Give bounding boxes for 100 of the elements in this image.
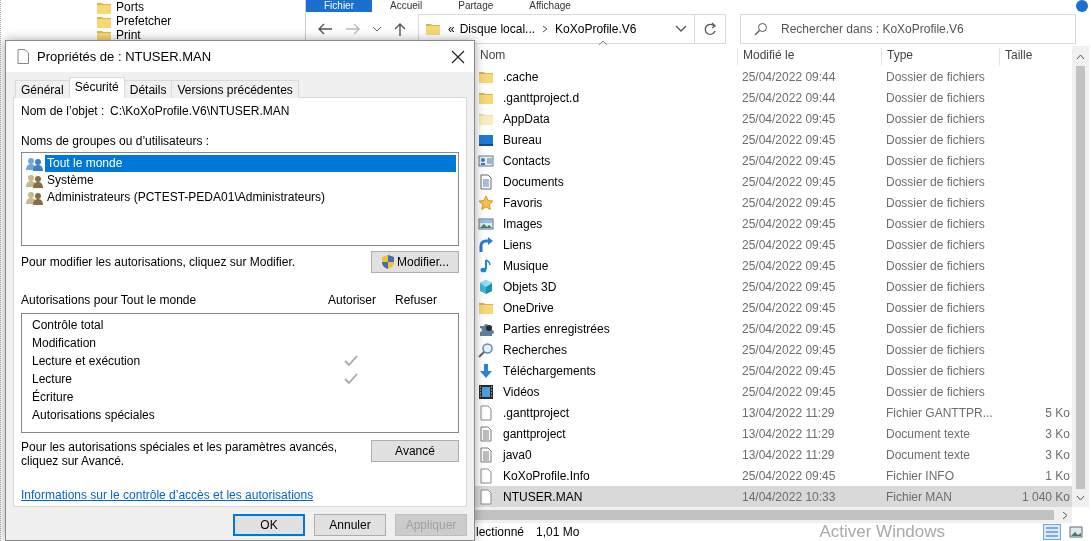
- file-row[interactable]: .ganttproject 13/04/2022 11:29 Fichier GANTTPR... 5 Ko: [475, 402, 1072, 423]
- tree-item[interactable]: Print: [116, 28, 141, 42]
- curved-arrow-icon: [478, 236, 494, 253]
- file-row[interactable]: Images 25/04/2022 09:45 Dossier de fichiers: [475, 213, 1072, 234]
- ribbon-tab[interactable]: Fichier: [306, 0, 372, 12]
- file-row[interactable]: KoXoProfile.Info 25/04/2022 09:45 Fichier INFO 1 Ko: [475, 465, 1072, 486]
- modified-date: 25/04/2022 09:45: [742, 258, 836, 273]
- permission-name: Écriture: [32, 390, 75, 404]
- overflow-chevron[interactable]: «: [448, 22, 455, 36]
- file-row[interactable]: Vidéos 25/04/2022 09:45 Dossier de fichiers: [475, 381, 1072, 402]
- column-header[interactable]: Modifié le: [738, 48, 882, 66]
- file-row[interactable]: AppData 25/04/2022 09:45 Dossier de fichiers: [475, 108, 1072, 129]
- tab[interactable]: Sécurité: [68, 77, 125, 98]
- file-name: Vidéos: [503, 384, 540, 399]
- file-type: Fichier GANTTPR...: [886, 405, 993, 420]
- modified-date: 25/04/2022 09:45: [742, 342, 836, 357]
- file-row[interactable]: Recherches 25/04/2022 09:45 Dossier de fichiers: [475, 339, 1072, 360]
- magnifier-icon: [478, 341, 494, 358]
- file-row[interactable]: OneDrive 25/04/2022 09:45 Dossier de fichiers: [475, 297, 1072, 318]
- scroll-right-icon: [1062, 510, 1068, 520]
- file-size: 3 Ko: [1045, 426, 1070, 441]
- scroll-up-icon: [1076, 54, 1085, 60]
- column-header[interactable]: Taille: [1000, 48, 1072, 66]
- file-row[interactable]: Contacts 25/04/2022 09:45 Dossier de fichiers: [475, 150, 1072, 171]
- file-name: Objets 3D: [503, 279, 557, 294]
- dialog-button[interactable]: OK: [233, 514, 305, 536]
- ribbon-tab[interactable]: Accueil: [372, 0, 441, 12]
- modify-hint: Pour modifier les autorisations, cliquez sur Modifier.: [21, 255, 296, 269]
- search-field[interactable]: Rechercher dans : KoXoProfile.V6: [740, 14, 1076, 44]
- ribbon-tab[interactable]: Affichage: [511, 0, 589, 12]
- file-type: Dossier de fichiers: [886, 237, 985, 252]
- advanced-button[interactable]: Avancé: [371, 440, 459, 462]
- modified-date: 25/04/2022 09:44: [742, 90, 836, 105]
- modified-date: 25/04/2022 09:45: [742, 195, 836, 210]
- file-type: Dossier de fichiers: [886, 384, 985, 399]
- help-icon[interactable]: [1076, 0, 1088, 12]
- file-row[interactable]: Parties enregistrées 25/04/2022 09:45 Dossier de fichiers: [475, 318, 1072, 339]
- refresh-icon[interactable]: [703, 22, 717, 36]
- file-row[interactable]: Objets 3D 25/04/2022 09:45 Dossier de fichiers: [475, 276, 1072, 297]
- modified-date: 25/04/2022 09:45: [742, 111, 836, 126]
- tab[interactable]: Général: [15, 80, 70, 98]
- file-row[interactable]: Musique 25/04/2022 09:45 Dossier de fichiers: [475, 255, 1072, 276]
- file-row[interactable]: NTUSER.MAN 14/04/2022 10:33 Fichier MAN 1 040 Ko: [475, 486, 1072, 507]
- users-list[interactable]: Tout le monde Système Administrateurs (PCTEST-PEDA01\Administrateurs): [21, 152, 459, 246]
- file-row[interactable]: java0 13/04/2022 11:29 Document texte 3 Ko: [475, 444, 1072, 465]
- modified-date: 25/04/2022 09:45: [742, 279, 836, 294]
- breadcrumb[interactable]: KoXoProfile.V6: [555, 22, 637, 36]
- users-icon: [26, 190, 44, 205]
- scrollbar-thumb[interactable]: [1076, 66, 1085, 489]
- file-name: OneDrive: [503, 300, 554, 315]
- file-row[interactable]: Liens 25/04/2022 09:45 Dossier de fichiers: [475, 234, 1072, 255]
- ribbon-tab[interactable]: Partage: [440, 0, 512, 12]
- scroll-down-icon: [1076, 495, 1085, 501]
- breadcrumb[interactable]: Disque local...: [459, 22, 536, 36]
- vertical-scrollbar[interactable]: [1072, 46, 1089, 507]
- file-type: Dossier de fichiers: [886, 321, 985, 336]
- horizontal-scrollbar[interactable]: [475, 507, 1072, 523]
- file-row[interactable]: Favoris 25/04/2022 09:45 Dossier de fichiers: [475, 192, 1072, 213]
- file-name: .ganttproject: [503, 405, 570, 420]
- scrollbar-thumb[interactable]: [475, 510, 1054, 520]
- file-icon: [17, 49, 29, 64]
- tree-item[interactable]: Prefetcher: [116, 14, 172, 28]
- file-name: Recherches: [503, 342, 568, 357]
- chevron-down-icon[interactable]: [372, 25, 382, 33]
- file-name: java0: [503, 447, 532, 462]
- file-row[interactable]: .cache 25/04/2022 09:44 Dossier de fichiers: [475, 66, 1072, 87]
- user-group-item[interactable]: Administrateurs (PCTEST-PEDA01\Administrateurs): [45, 189, 456, 206]
- user-group-item[interactable]: Tout le monde: [45, 155, 456, 172]
- back-arrow-icon[interactable]: [316, 21, 334, 37]
- close-icon[interactable]: [451, 49, 465, 64]
- user-group-item[interactable]: Système: [45, 172, 456, 189]
- down-arrow-icon: [478, 362, 494, 379]
- tab[interactable]: Détails: [123, 80, 173, 98]
- thumbnail-view-button[interactable]: [1067, 524, 1085, 540]
- file-name: Liens: [503, 237, 532, 252]
- tab[interactable]: Versions précédentes: [171, 80, 299, 98]
- file-name: Parties enregistrées: [503, 321, 610, 336]
- file-type: Dossier de fichiers: [886, 279, 985, 294]
- help-link[interactable]: Informations sur le contrôle d’accès et les autorisations: [21, 488, 314, 502]
- picture-icon: [1069, 526, 1083, 538]
- file-row[interactable]: Bureau 25/04/2022 09:45 Dossier de fichiers: [475, 129, 1072, 150]
- modified-date: 13/04/2022 11:29: [742, 447, 835, 462]
- tree-item[interactable]: Ports: [116, 0, 144, 14]
- file-size: 3 Ko: [1045, 447, 1070, 462]
- file-row[interactable]: .ganttproject.d 25/04/2022 09:44 Dossier de fichiers: [475, 87, 1072, 108]
- dialog-button[interactable]: Annuler: [314, 514, 386, 536]
- chevron-down-icon[interactable]: [675, 25, 687, 33]
- file-row[interactable]: Téléchargements 25/04/2022 09:45 Dossier de fichiers: [475, 360, 1072, 381]
- file-row[interactable]: Documents 25/04/2022 09:45 Dossier de fichiers: [475, 171, 1072, 192]
- file-name: Contacts: [503, 153, 551, 168]
- modify-button[interactable]: Modifier...: [371, 251, 459, 273]
- file-name: Favoris: [503, 195, 543, 210]
- file-name: Téléchargements: [503, 363, 596, 378]
- file-row[interactable]: ganttproject 13/04/2022 11:29 Document texte 3 Ko: [475, 423, 1072, 444]
- up-arrow-icon[interactable]: [392, 21, 408, 37]
- permissions-label: Autorisations pour Tout le monde: [21, 293, 198, 307]
- object-name-label: Nom de l’objet :: [21, 104, 106, 118]
- column-header[interactable]: Type: [882, 48, 1000, 66]
- file-type: Dossier de fichiers: [886, 69, 985, 84]
- advanced-hint: Pour les autorisations spéciales et les paramètres avancés, cliquez sur Avancé.: [21, 440, 339, 468]
